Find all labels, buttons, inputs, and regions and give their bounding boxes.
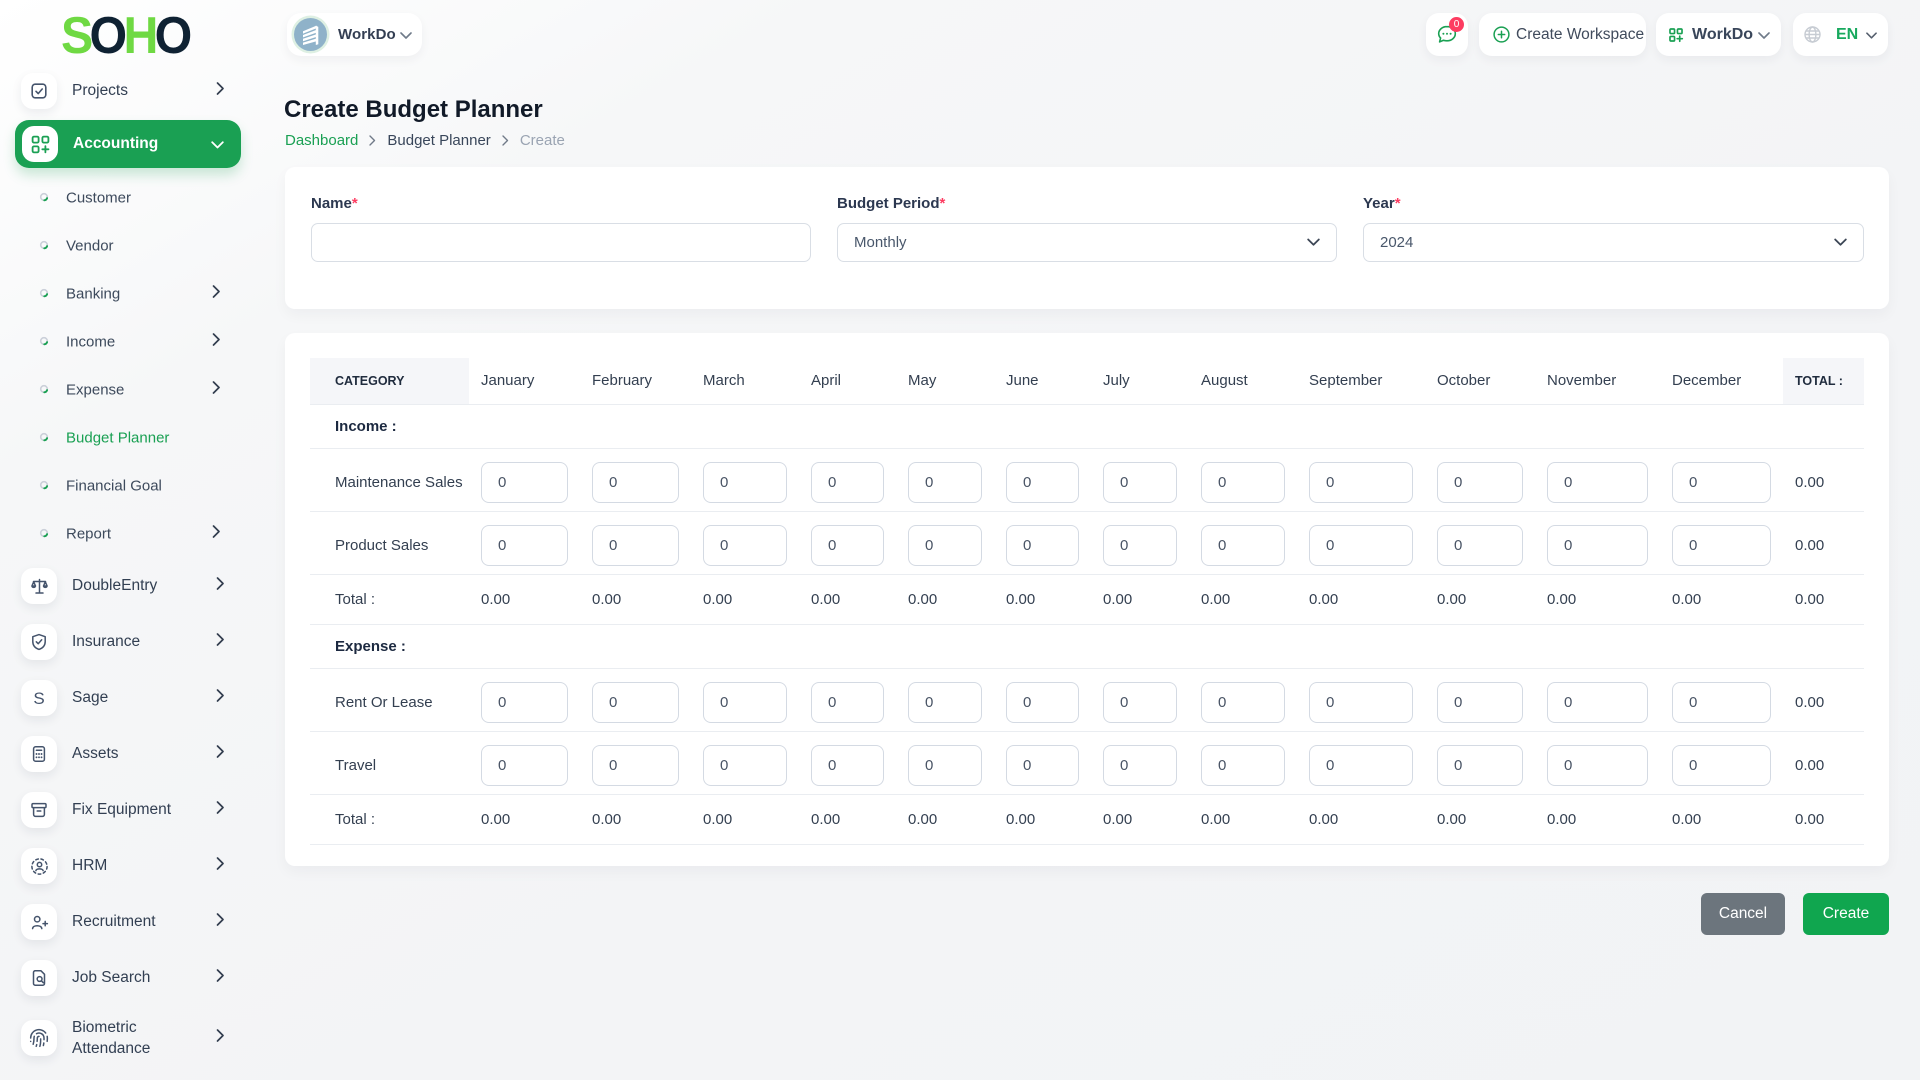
svg-text:S: S bbox=[33, 689, 44, 708]
